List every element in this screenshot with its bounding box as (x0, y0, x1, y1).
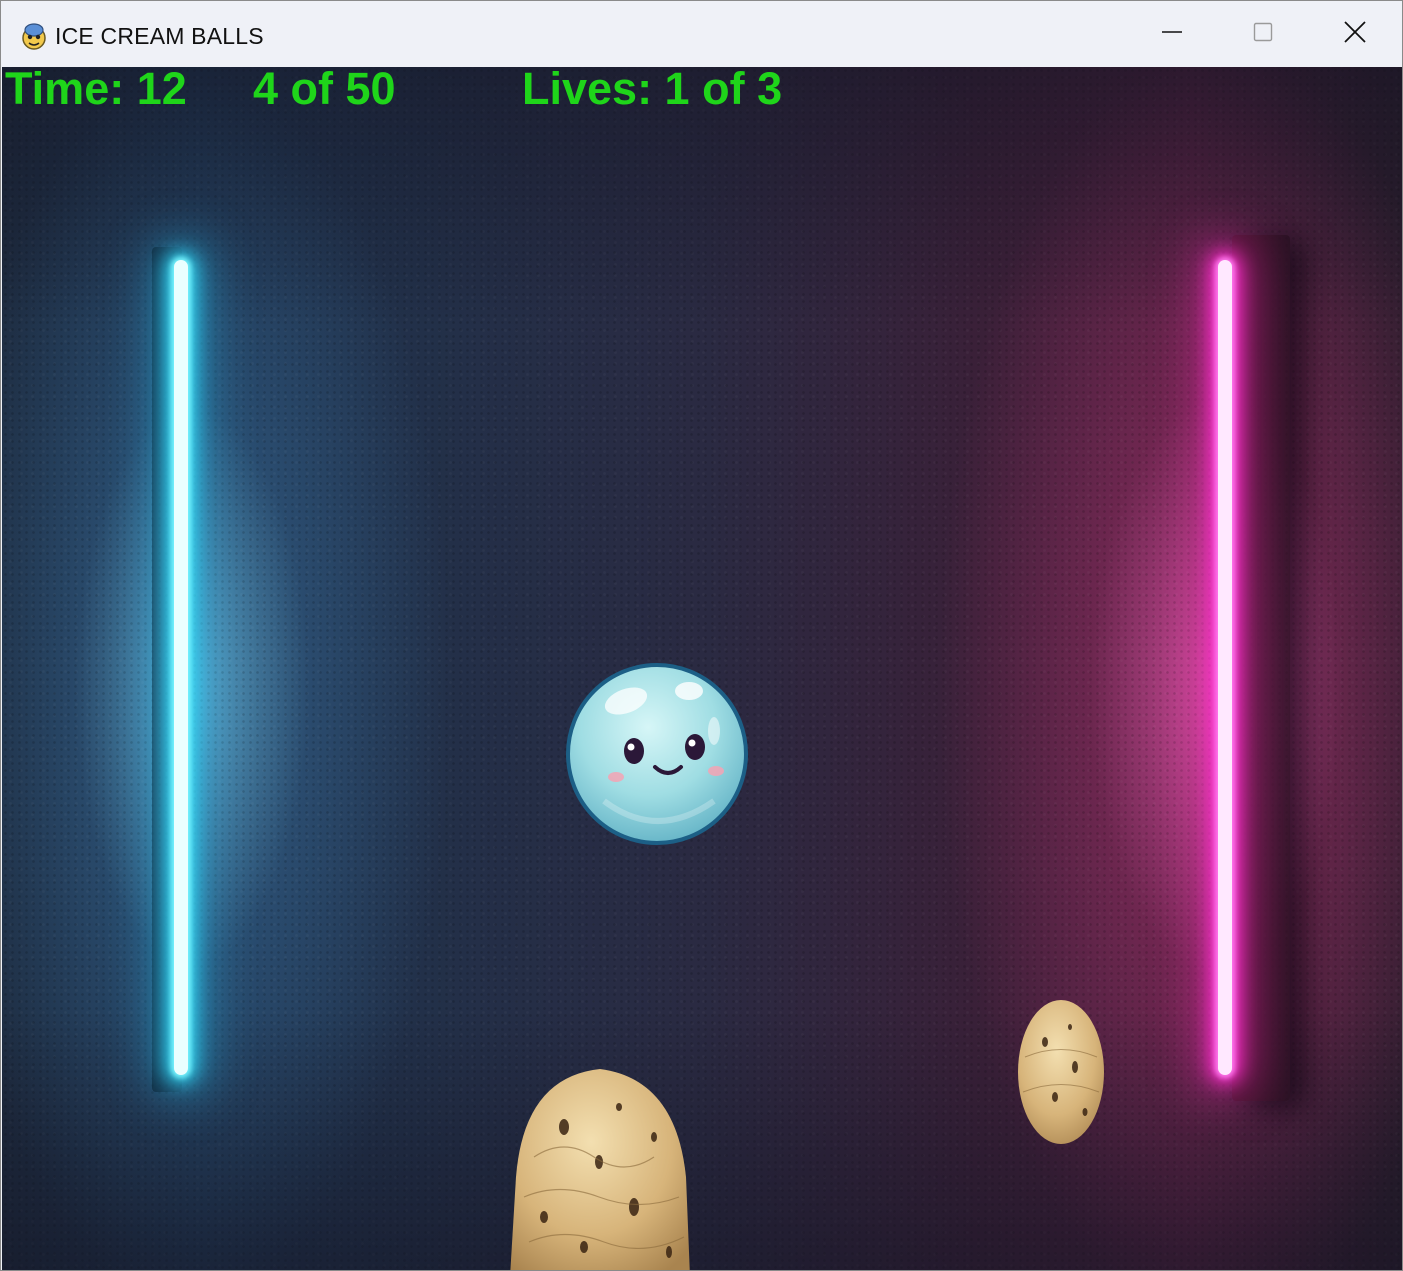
game-window: ICE CREAM BALLS Time: 12 4 of 50 Lives: … (0, 0, 1403, 1271)
wall-shade-bottom (2, 1010, 1402, 1270)
title-bar[interactable]: ICE CREAM BALLS (1, 1, 1402, 67)
lives-counter: Lives: 1 of 3 (522, 67, 783, 114)
ice-cream-ball-player[interactable] (564, 661, 750, 847)
minimize-icon (1160, 20, 1184, 49)
balls-progress: 4 of 50 (253, 67, 396, 114)
game-canvas[interactable]: Time: 12 4 of 50 Lives: 1 of 3 (2, 67, 1402, 1270)
minimize-button[interactable] (1126, 1, 1218, 67)
right-neon-mount (1232, 235, 1290, 1101)
maximize-button[interactable] (1217, 1, 1309, 67)
close-icon (1342, 19, 1368, 50)
maximize-icon (1251, 20, 1275, 49)
window-title: ICE CREAM BALLS (55, 23, 264, 49)
cookie-scoop-obstacle-small (1018, 1000, 1104, 1144)
cookie-scoop-obstacle-large (510, 1069, 690, 1270)
time-counter: Time: 12 (5, 67, 187, 114)
right-neon-light (1218, 260, 1232, 1075)
close-button[interactable] (1309, 1, 1401, 67)
left-neon-light (174, 260, 188, 1075)
python-icon (19, 21, 49, 51)
